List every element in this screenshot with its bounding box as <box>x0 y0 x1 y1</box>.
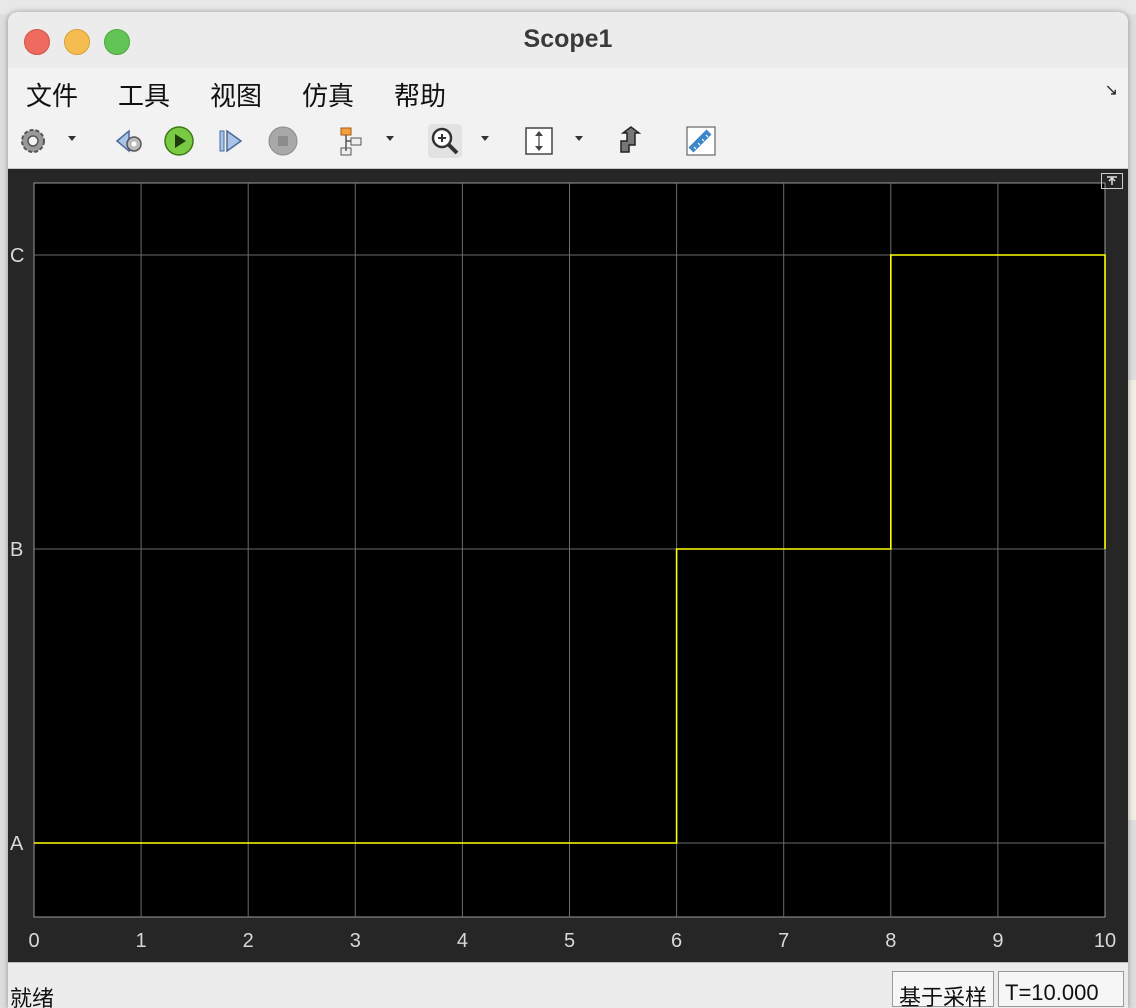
step-forward-icon[interactable] <box>214 124 248 158</box>
y-tick-label: C <box>10 245 24 267</box>
scale-axes-icon[interactable] <box>522 124 556 158</box>
undock-plot-icon[interactable] <box>1101 173 1123 189</box>
gear-icon[interactable] <box>16 124 50 158</box>
sim-time-indicator: T=10.000 <box>998 971 1124 1007</box>
scale-axes-dropdown-icon[interactable] <box>575 136 583 141</box>
status-bar: 就绪 基于采样 T=10.000 <box>8 962 1128 1008</box>
menu-tools[interactable]: 工具 <box>118 76 170 113</box>
status-text: 就绪 <box>10 986 55 1008</box>
y-tick-label: B <box>10 539 23 561</box>
x-tick-label: 7 <box>778 930 789 952</box>
menu-file[interactable]: 文件 <box>26 76 78 113</box>
menu-simulation[interactable]: 仿真 <box>302 76 354 113</box>
y-tick-label: A <box>10 833 24 855</box>
step-back-icon[interactable] <box>112 124 146 158</box>
x-tick-label: 6 <box>671 930 682 952</box>
x-tick-label: 3 <box>350 930 361 952</box>
toolbar <box>8 114 1128 169</box>
scope-axes: 0 1 2 3 4 5 6 7 8 9 10 A B C <box>10 182 1116 952</box>
settings-dropdown-icon[interactable] <box>68 136 76 141</box>
menu-bar: 文件 工具 视图 仿真 帮助 ↘ <box>8 68 1128 115</box>
x-tick-label: 2 <box>243 930 254 952</box>
x-tick-label: 5 <box>564 930 575 952</box>
x-tick-label: 4 <box>457 930 468 952</box>
zoom-in-icon[interactable] <box>428 124 462 158</box>
stop-icon[interactable] <box>266 124 300 158</box>
menu-help[interactable]: 帮助 <box>394 76 446 113</box>
run-icon[interactable] <box>162 124 196 158</box>
window-title: Scope1 <box>523 25 613 53</box>
undock-icon[interactable]: ↘ <box>1105 80 1118 100</box>
x-tick-label: 0 <box>28 930 39 952</box>
signal-select-dropdown-icon[interactable] <box>386 136 394 141</box>
zoom-dropdown-icon[interactable] <box>481 136 489 141</box>
x-tick-label: 8 <box>885 930 896 952</box>
scope-window: Scope1 文件 工具 视图 仿真 帮助 ↘ 0 1 2 3 4 5 6 7 … <box>8 12 1128 1008</box>
menu-view[interactable]: 视图 <box>210 76 262 113</box>
x-tick-label: 1 <box>136 930 147 952</box>
x-tick-label: 9 <box>992 930 1003 952</box>
measure-icon[interactable] <box>684 124 718 158</box>
scope-display: 0 1 2 3 4 5 6 7 8 9 10 A B C <box>8 169 1128 962</box>
signal-select-icon[interactable] <box>334 124 368 158</box>
highlight-block-icon[interactable] <box>614 124 648 158</box>
sample-mode-indicator: 基于采样 <box>892 971 994 1008</box>
title-bar: Scope1 <box>8 12 1128 68</box>
x-tick-label: 10 <box>1094 930 1116 952</box>
